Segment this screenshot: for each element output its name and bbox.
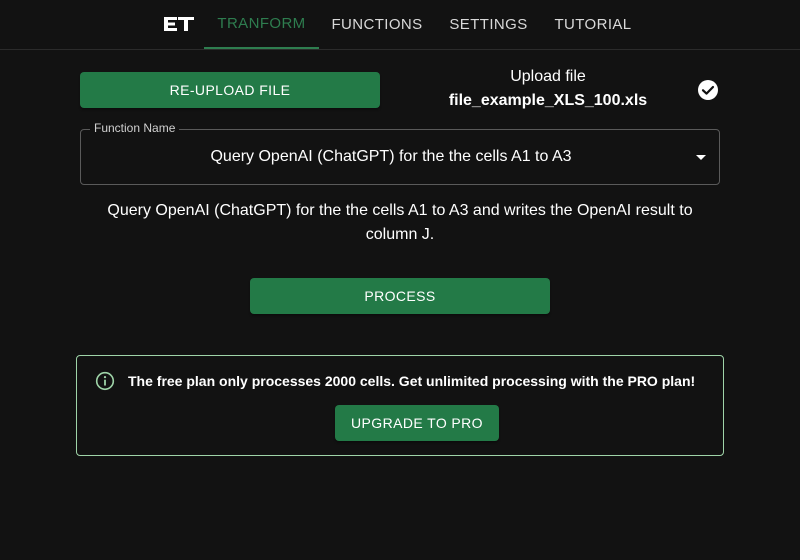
- tab-tutorial[interactable]: TUTORIAL: [545, 0, 641, 49]
- app-logo[interactable]: [163, 14, 195, 34]
- check-circle-icon: [698, 80, 718, 100]
- function-description: Query OpenAI (ChatGPT) for the the cells…: [107, 202, 693, 243]
- tab-functions[interactable]: FUNCTIONS: [321, 0, 433, 49]
- function-name-legend: Function Name: [90, 121, 180, 135]
- uploaded-filename: file_example_XLS_100.xls: [448, 92, 648, 109]
- reupload-file-button[interactable]: RE-UPLOAD FILE: [80, 72, 380, 108]
- upload-status-label: Upload file: [510, 68, 586, 85]
- chevron-down-icon: [696, 155, 706, 160]
- info-icon: [95, 371, 115, 391]
- top-navigation-bar: TRANFORM FUNCTIONS SETTINGS TUTORIAL: [0, 0, 800, 50]
- function-name-selected-value: Query OpenAI (ChatGPT) for the the cells…: [210, 148, 572, 165]
- free-plan-alert: The free plan only processes 2000 cells.…: [76, 355, 724, 456]
- tab-settings[interactable]: SETTINGS: [440, 0, 537, 49]
- function-name-select[interactable]: Query OpenAI (ChatGPT) for the the cells…: [80, 129, 720, 185]
- alert-message: The free plan only processes 2000 cells.…: [128, 373, 696, 389]
- process-button[interactable]: PROCESS: [250, 278, 550, 314]
- tab-transform[interactable]: TRANFORM: [204, 0, 319, 49]
- upgrade-to-pro-button[interactable]: UPGRADE TO PRO: [335, 405, 499, 441]
